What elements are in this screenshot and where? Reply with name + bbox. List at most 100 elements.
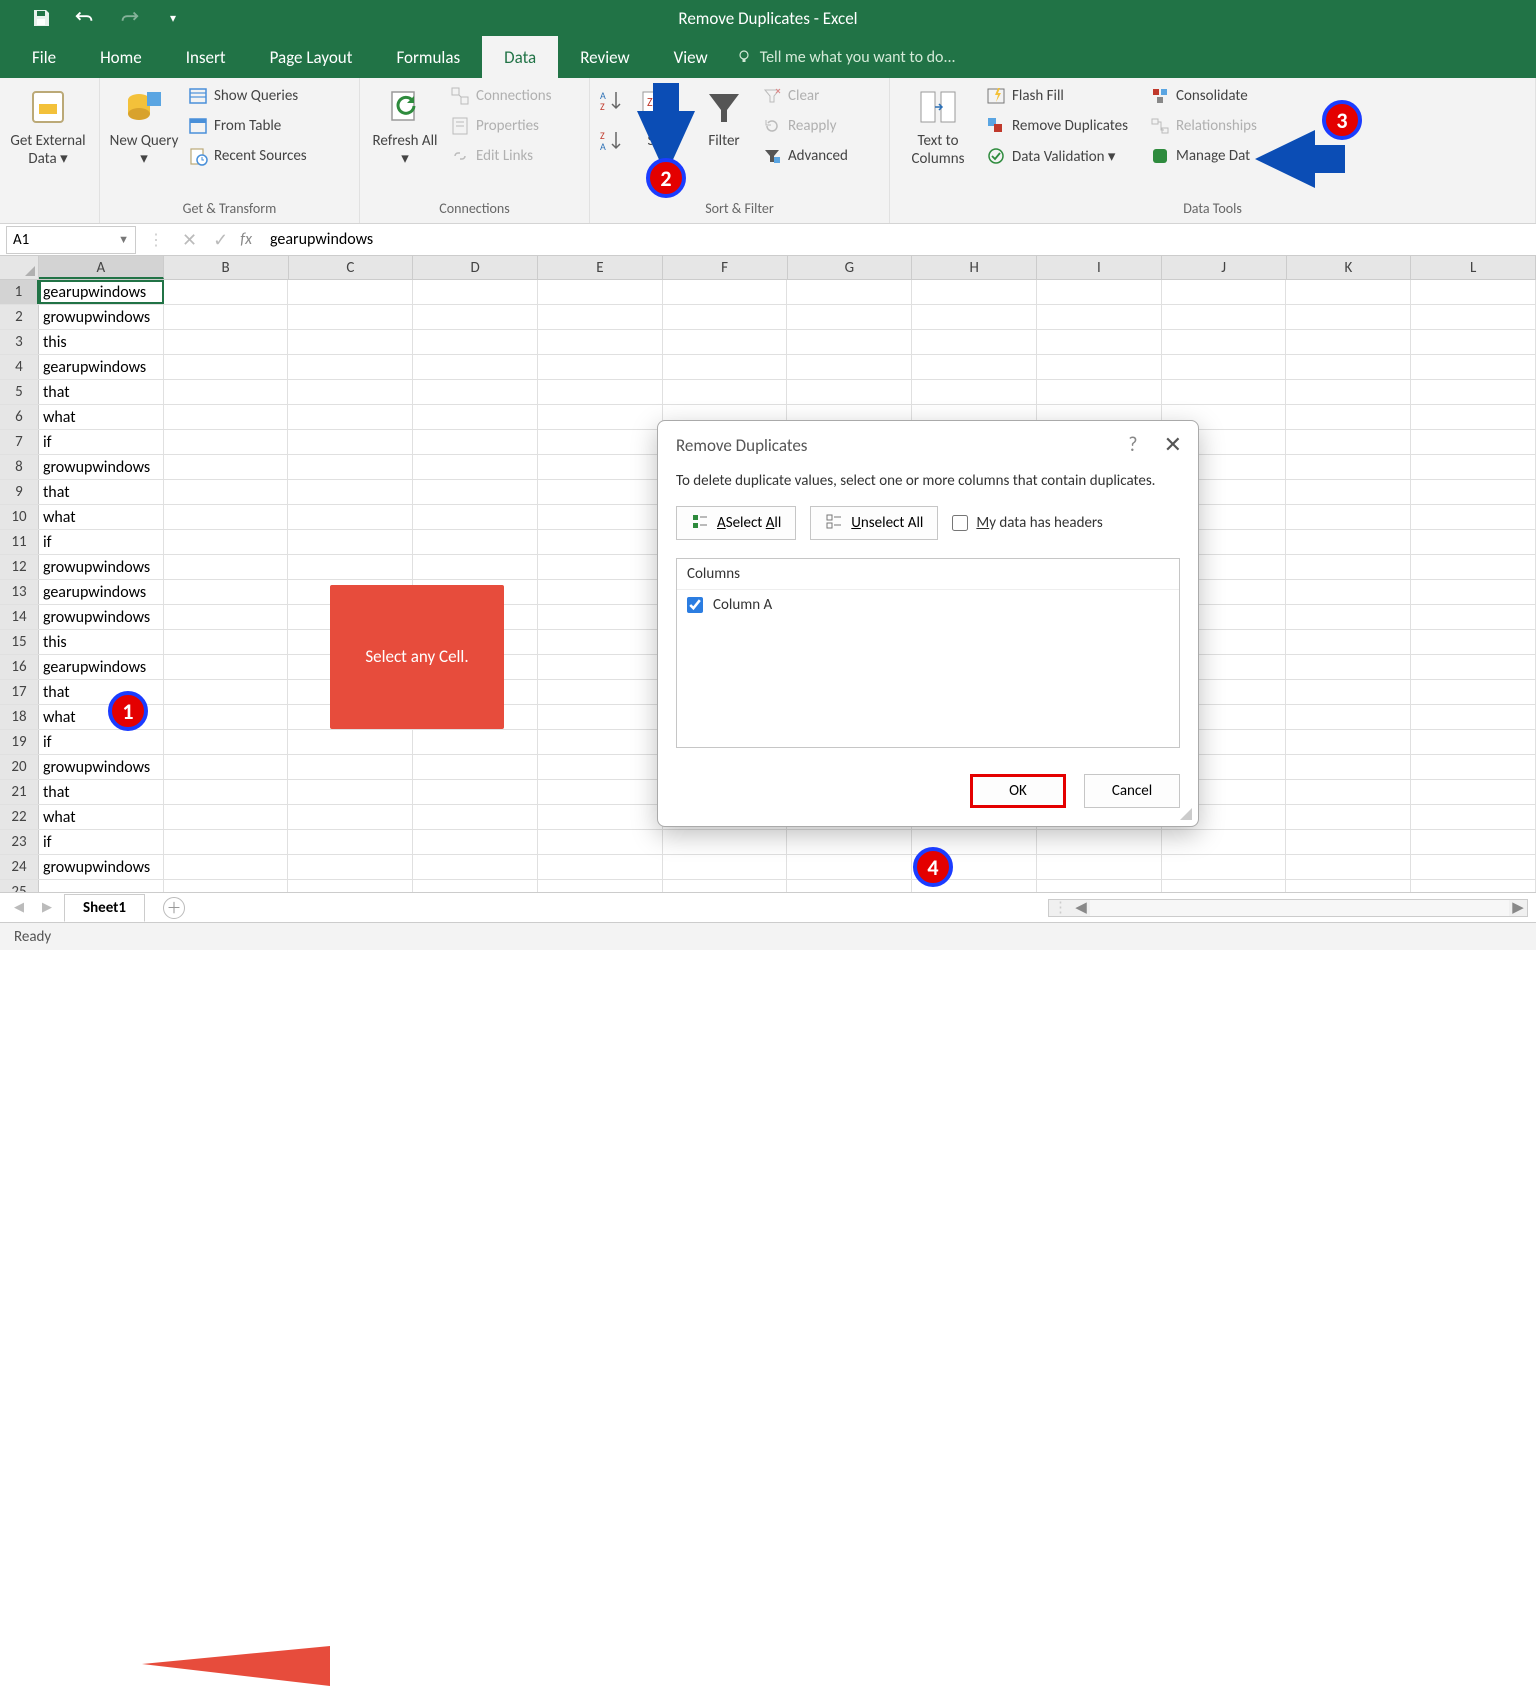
cell[interactable]: that — [39, 780, 164, 804]
scroll-right-icon[interactable]: ▶ — [1509, 898, 1527, 917]
cell[interactable] — [912, 355, 1037, 379]
scroll-left-icon[interactable]: ◀ — [1072, 898, 1090, 917]
cell[interactable] — [1037, 305, 1162, 329]
cell[interactable] — [538, 580, 663, 604]
scrollbar-split-grip[interactable]: ⋮ — [1053, 898, 1068, 917]
cell[interactable] — [1411, 755, 1536, 779]
cell[interactable]: if — [39, 530, 164, 554]
add-sheet-button[interactable]: ＋ — [163, 897, 185, 919]
cell[interactable] — [413, 355, 538, 379]
cell[interactable] — [164, 305, 289, 329]
my-data-has-headers-checkbox[interactable]: My data has headers — [952, 514, 1102, 532]
cell[interactable] — [663, 280, 788, 304]
select-all-corner[interactable] — [0, 256, 39, 279]
cell[interactable] — [1286, 855, 1411, 879]
cell[interactable] — [413, 280, 538, 304]
cell[interactable]: what — [39, 405, 164, 429]
cell[interactable] — [288, 530, 413, 554]
row-header[interactable]: 10 — [0, 505, 39, 529]
cell[interactable] — [1286, 805, 1411, 829]
qat-customize-icon[interactable]: ▾ — [162, 7, 184, 29]
sort-desc-icon[interactable]: ZA — [598, 128, 626, 154]
cell[interactable] — [1411, 455, 1536, 479]
row-header[interactable]: 13 — [0, 580, 39, 604]
cell[interactable] — [288, 505, 413, 529]
cell[interactable] — [1411, 480, 1536, 504]
cell[interactable] — [1411, 355, 1536, 379]
refresh-all-button[interactable]: Refresh All ▾ — [368, 82, 442, 168]
row-header[interactable]: 20 — [0, 755, 39, 779]
cell[interactable] — [1037, 330, 1162, 354]
cell[interactable] — [912, 380, 1037, 404]
row-header[interactable]: 6 — [0, 405, 39, 429]
cell[interactable] — [164, 755, 289, 779]
cell[interactable] — [663, 305, 788, 329]
cell[interactable] — [164, 780, 289, 804]
cell[interactable] — [1286, 680, 1411, 704]
unselect-all-button[interactable]: Unselect All — [810, 506, 938, 540]
cell[interactable]: what — [39, 805, 164, 829]
cell[interactable] — [164, 530, 289, 554]
cell[interactable] — [164, 405, 289, 429]
cell[interactable] — [1286, 880, 1411, 892]
cell[interactable] — [538, 455, 663, 479]
col-header[interactable]: L — [1411, 256, 1536, 279]
cell[interactable]: that — [39, 380, 164, 404]
cell[interactable] — [288, 405, 413, 429]
row-header[interactable]: 19 — [0, 730, 39, 754]
cell[interactable]: growupwindows — [39, 605, 164, 629]
cell[interactable] — [538, 605, 663, 629]
row-header[interactable]: 21 — [0, 780, 39, 804]
cell[interactable]: growupwindows — [39, 305, 164, 329]
relationships-button[interactable]: Relationships — [1146, 112, 1261, 140]
cell[interactable]: gearupwindows — [39, 280, 164, 304]
sheet-nav-next-icon[interactable]: ▶ — [36, 900, 58, 915]
cell[interactable] — [413, 780, 538, 804]
cell[interactable] — [1162, 355, 1287, 379]
col-header[interactable]: A — [39, 256, 164, 279]
cell[interactable] — [413, 455, 538, 479]
cell[interactable] — [538, 655, 663, 679]
row-header[interactable]: 11 — [0, 530, 39, 554]
connections-button[interactable]: Connections — [446, 82, 556, 110]
cell[interactable] — [1037, 830, 1162, 854]
filter-button[interactable]: Filter — [694, 82, 754, 150]
dialog-help-icon[interactable]: ? — [1128, 433, 1137, 457]
tab-formulas[interactable]: Formulas — [374, 36, 482, 78]
cell[interactable] — [1411, 305, 1536, 329]
save-icon[interactable] — [30, 7, 52, 29]
cell[interactable] — [1162, 380, 1287, 404]
cell[interactable] — [164, 630, 289, 654]
col-header[interactable]: G — [788, 256, 913, 279]
cell[interactable] — [538, 830, 663, 854]
cell[interactable] — [1411, 880, 1536, 892]
cell[interactable] — [413, 405, 538, 429]
cell[interactable] — [1411, 380, 1536, 404]
cell[interactable]: gearupwindows — [39, 355, 164, 379]
cell[interactable] — [1411, 605, 1536, 629]
cell[interactable] — [413, 530, 538, 554]
cell[interactable] — [413, 830, 538, 854]
cell[interactable] — [1286, 305, 1411, 329]
column-a-row[interactable]: Column A — [677, 590, 1179, 620]
cell[interactable] — [787, 880, 912, 892]
data-validation-button[interactable]: Data Validation ▾ — [982, 142, 1132, 170]
enter-formula-icon[interactable]: ✓ — [213, 229, 228, 251]
cell[interactable] — [288, 430, 413, 454]
row-header[interactable]: 1 — [0, 280, 39, 304]
cell[interactable]: growupwindows — [39, 455, 164, 479]
cell[interactable]: if — [39, 430, 164, 454]
cell[interactable] — [787, 855, 912, 879]
cell[interactable] — [1286, 405, 1411, 429]
cell[interactable] — [164, 830, 289, 854]
cell[interactable] — [1286, 555, 1411, 579]
tab-pagelayout[interactable]: Page Layout — [248, 36, 375, 78]
cell[interactable] — [1411, 830, 1536, 854]
cell[interactable] — [787, 305, 912, 329]
row-header[interactable]: 25 — [0, 880, 39, 892]
cell[interactable] — [1411, 730, 1536, 754]
cell[interactable] — [288, 280, 413, 304]
cell[interactable] — [1286, 780, 1411, 804]
row-header[interactable]: 5 — [0, 380, 39, 404]
cell[interactable] — [1286, 505, 1411, 529]
